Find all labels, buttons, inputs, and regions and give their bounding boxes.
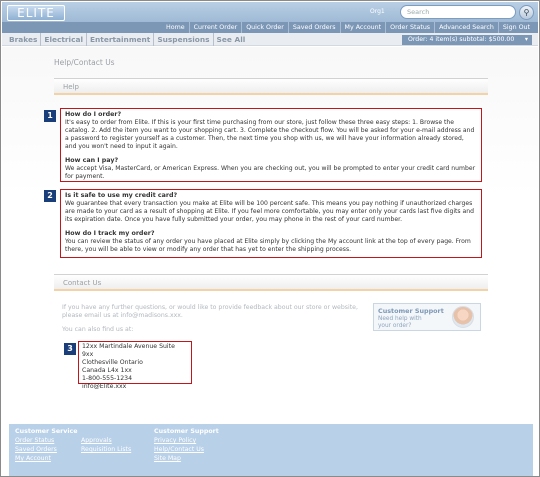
footer-link-site-map[interactable]: Site Map [154, 454, 219, 463]
find-us-label: You can also find us at: [62, 326, 134, 333]
support-avatar [452, 306, 474, 328]
help-heading: Help [54, 79, 488, 95]
nav-sign-out[interactable]: Sign Out [497, 22, 534, 33]
page-title: Help/Contact Us [54, 58, 115, 67]
footer-col-customer-support: Customer Support Privacy Policy Help/Con… [154, 428, 219, 463]
category-see-all[interactable]: See All [212, 33, 249, 46]
email-address[interactable]: info@Elite.xxx [82, 383, 188, 391]
contact-heading: Contact Us [54, 275, 488, 291]
faq-question: Is it safe to use my credit card? [65, 192, 178, 199]
nav-saved-orders[interactable]: Saved Orders [287, 22, 340, 33]
organization-label: Org1 [370, 8, 385, 15]
faq-block-1: How do I order? It's easy to order from … [60, 108, 482, 182]
support-title: Customer Support [378, 307, 444, 315]
footer-heading: Customer Service [15, 428, 78, 435]
faq-question: How do I track my order? [65, 230, 155, 237]
nav-advanced-search[interactable]: Advanced Search [434, 22, 498, 33]
header-nav: Home Current Order Quick Order Saved Ord… [2, 22, 538, 33]
category-suspensions[interactable]: Suspensions [153, 33, 212, 46]
category-electrical[interactable]: Electrical [40, 33, 86, 46]
faq-answer: We accept Visa, MasterCard, or American … [65, 165, 476, 180]
footer-col-customer-service: Customer Service Order Status Saved Orde… [15, 428, 78, 463]
callout-number-2: 2 [44, 190, 56, 202]
faq-answer: You can review the status of any order y… [65, 238, 471, 253]
nav-current-order[interactable]: Current Order [188, 22, 242, 33]
footer-link-requisition-lists[interactable]: Requisition Lists [81, 445, 131, 454]
footer-link-help-contact[interactable]: Help/Contact Us [154, 445, 219, 454]
faq-block-2: Is it safe to use my credit card? We gua… [60, 189, 482, 258]
page-frame: ELITE Org1 Search ⚲ Home Current Order Q… [0, 0, 540, 477]
search-button[interactable]: ⚲ [519, 5, 534, 20]
store-logo[interactable]: ELITE [7, 5, 65, 21]
search-input[interactable]: Search [400, 5, 516, 19]
footer-link-order-status[interactable]: Order Status [15, 436, 78, 445]
footer-link-privacy-policy[interactable]: Privacy Policy [154, 436, 219, 445]
phone-number: 1-800-555-1234 [82, 375, 133, 382]
search-icon: ⚲ [523, 8, 530, 17]
nav-quick-order[interactable]: Quick Order [241, 22, 288, 33]
order-summary-dropdown[interactable]: Order: 4 item(s) subtotal: $500.00 ▾ [402, 35, 532, 45]
nav-my-account[interactable]: My Account [339, 22, 386, 33]
faq-question: How do I order? [65, 111, 122, 118]
footer-heading: Customer Support [154, 428, 219, 435]
callout-number-1: 1 [44, 110, 56, 122]
category-entertainment[interactable]: Entertainment [86, 33, 153, 46]
customer-support-widget[interactable]: Customer Support Need help with your ord… [373, 303, 481, 331]
support-subtitle: Need help with your order? [378, 316, 422, 329]
footer-link-approvals[interactable]: Approvals [81, 436, 131, 445]
faq-answer: It's easy to order from Elite. If this i… [65, 119, 475, 150]
footer-link-my-account[interactable]: My Account [15, 454, 78, 463]
address-line: 12xx Martindale Avenue Suite 9xx [82, 343, 175, 358]
top-bar: ELITE Org1 Search ⚲ [2, 2, 538, 22]
category-brakes[interactable]: Brakes [9, 33, 40, 46]
chevron-down-icon: ▾ [524, 36, 528, 43]
callout-number-3: 3 [64, 343, 76, 355]
nav-home[interactable]: Home [162, 22, 189, 33]
category-bar: Brakes Electrical Entertainment Suspensi… [2, 33, 538, 46]
address-line: Canada L4x 1xx [82, 367, 132, 374]
faq-question: How can I pay? [65, 157, 119, 164]
footer-col-approvals: Approvals Requisition Lists [81, 436, 131, 454]
contact-intro: If you have any further questions, or wo… [62, 304, 358, 319]
address-line: Clothesville Ontario [82, 359, 143, 366]
address-block: 12xx Martindale Avenue Suite 9xx Clothes… [78, 341, 192, 390]
faq-answer: We guarantee that every transaction you … [65, 200, 474, 223]
nav-order-status[interactable]: Order Status [385, 22, 434, 33]
footer-link-saved-orders[interactable]: Saved Orders [15, 445, 78, 454]
footer: Customer Service Order Status Saved Orde… [9, 424, 533, 476]
order-summary-text: Order: 4 item(s) subtotal: $500.00 [408, 36, 515, 43]
